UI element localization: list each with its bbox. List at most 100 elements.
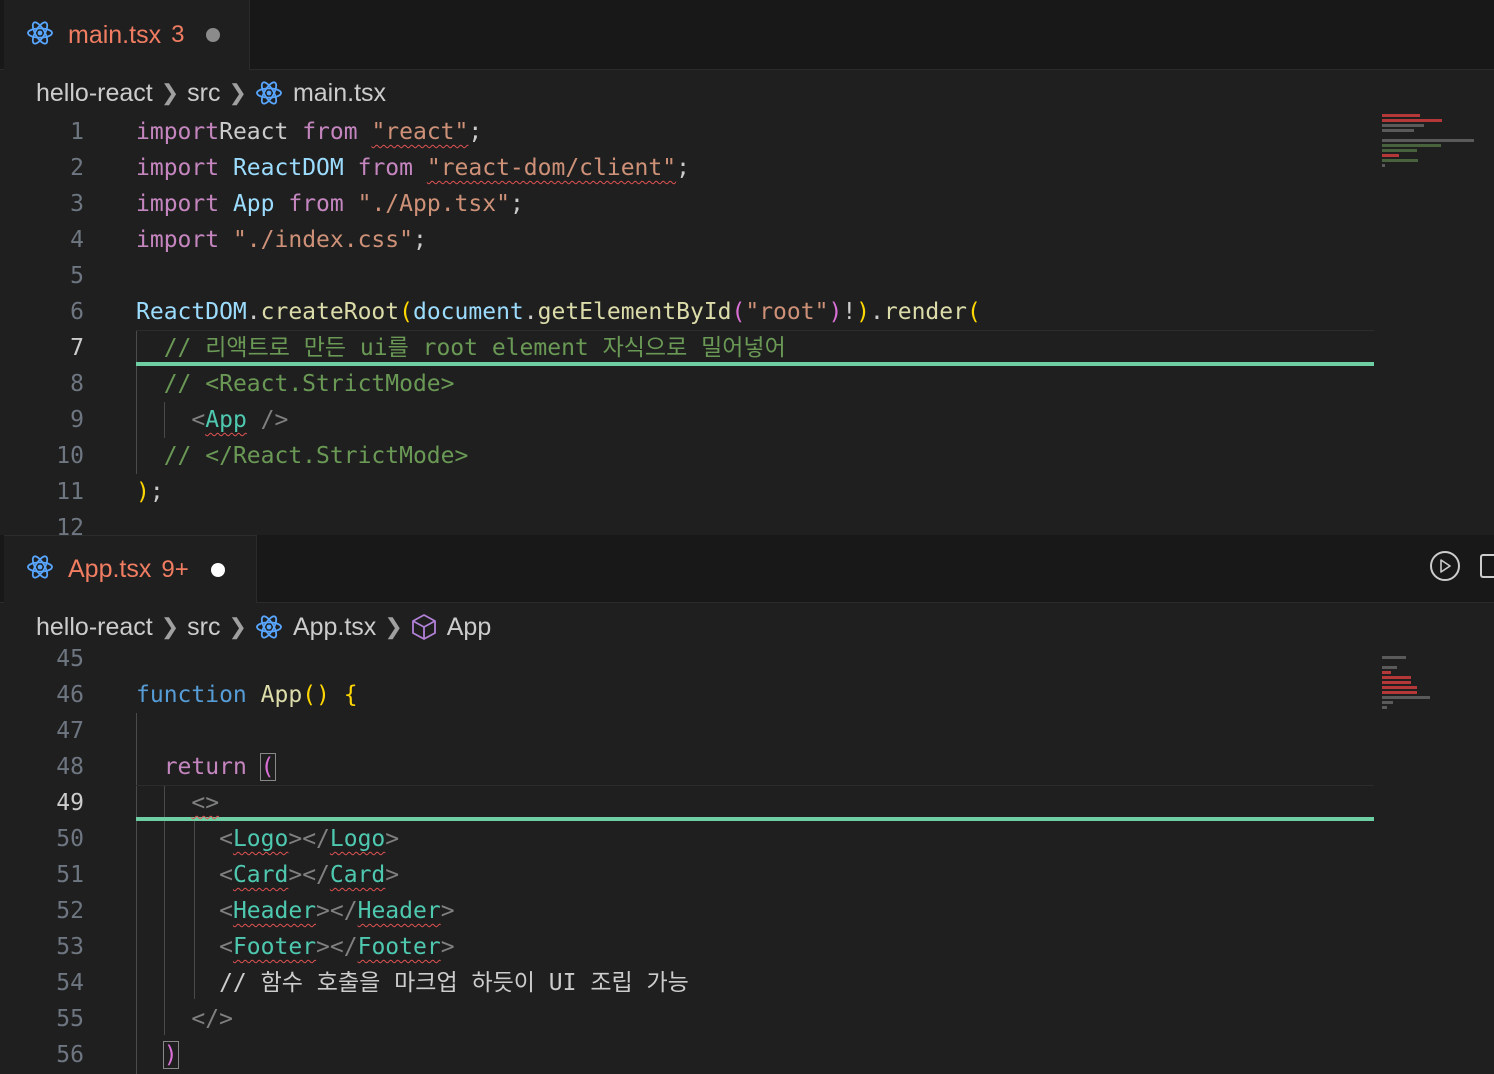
line-number[interactable]: 55 — [0, 1001, 84, 1037]
code-line[interactable]: 2 import ReactDOM from "react-dom/client"… — [0, 150, 1380, 186]
code-line[interactable]: 12 — [0, 510, 1380, 535]
breadcrumb-folder[interactable]: hello-react — [36, 613, 153, 642]
line-number[interactable]: 12 — [0, 510, 84, 535]
code-line[interactable]: 11); — [0, 474, 1380, 510]
code-token: "root" — [745, 299, 829, 325]
breadcrumb-file[interactable]: App.tsx — [293, 613, 376, 642]
run-icon[interactable] — [1430, 551, 1460, 581]
code-line[interactable]: 49 <> — [0, 785, 1380, 821]
line-number[interactable]: 5 — [0, 258, 84, 294]
code-line[interactable]: 53 <Footer></Footer> — [0, 929, 1380, 965]
react-icon — [255, 613, 283, 641]
code-line[interactable]: 54 // 함수 호출을 마크업 하듯이 UI 조립 가능 — [0, 965, 1380, 1001]
code-line[interactable]: 55 </> — [0, 1001, 1380, 1037]
line-number[interactable]: 54 — [0, 965, 84, 1001]
line-number[interactable]: 9 — [0, 402, 84, 438]
breadcrumb-symbol[interactable]: App — [447, 613, 491, 642]
unsaved-dot-icon[interactable] — [210, 562, 225, 577]
current-line-highlight — [136, 785, 1374, 821]
code-token: ( — [731, 299, 746, 325]
minimap-line — [1382, 696, 1430, 699]
code-line[interactable]: 47 — [0, 713, 1380, 749]
line-number[interactable]: 1 — [0, 114, 84, 150]
code-token: < — [219, 898, 233, 924]
code-line[interactable]: 52 <Header></Header> — [0, 893, 1380, 929]
minimap[interactable] — [1382, 114, 1494, 174]
line-number[interactable]: 56 — [0, 1037, 84, 1073]
code-text: ReactDOM.createRoot(document.getElementB… — [136, 294, 981, 330]
line-number[interactable]: 46 — [0, 677, 84, 713]
problem-count: 3 — [171, 21, 185, 48]
code-line[interactable]: 5 — [0, 258, 1380, 294]
line-number[interactable]: 51 — [0, 857, 84, 893]
breadcrumb: hello-react ❯ src ❯ main.tsx — [36, 73, 386, 113]
minimap-line — [1382, 114, 1420, 117]
breadcrumb-file[interactable]: main.tsx — [293, 79, 386, 108]
code-line[interactable]: 1 importReact from "react"; — [0, 114, 1380, 150]
line-number[interactable]: 7 — [0, 330, 84, 366]
line-number[interactable]: 48 — [0, 749, 84, 785]
code-token: > — [385, 826, 400, 852]
code-token: ; — [509, 191, 524, 217]
code-line[interactable]: 10 // </React.StrictMode> — [0, 438, 1380, 474]
unsaved-dot-icon[interactable] — [206, 28, 221, 42]
line-number[interactable]: 6 — [0, 294, 84, 330]
code-line[interactable]: 7 // 리액트로 만든 ui를 root element 자식으로 밀어넣어 — [0, 330, 1380, 366]
breadcrumb-folder[interactable]: hello-react — [36, 79, 153, 108]
code-token: ) — [162, 1041, 179, 1069]
line-number[interactable]: 3 — [0, 186, 84, 222]
code-text: return ( — [136, 749, 276, 785]
line-number[interactable]: 47 — [0, 713, 84, 749]
code-line[interactable]: 6 ReactDOM.createRoot(document.getElement… — [0, 294, 1380, 330]
line-number[interactable]: 2 — [0, 150, 84, 186]
code-text: // 함수 호출을 마크업 하듯이 UI 조립 가능 — [136, 965, 689, 1001]
code-line[interactable]: 48 return ( — [0, 749, 1380, 785]
code-line[interactable]: 51 <Card></Card> — [0, 857, 1380, 893]
code-token: Header — [357, 898, 441, 924]
line-number[interactable]: 4 — [0, 222, 84, 258]
code-token: "react-dom/client" — [426, 155, 677, 181]
line-number[interactable]: 53 — [0, 929, 84, 965]
code-token: > — [385, 862, 400, 888]
code-token: <> — [191, 790, 220, 816]
tab-main-tsx[interactable]: main.tsx 3 — [4, 0, 250, 70]
code-text: // </React.StrictMode> — [136, 438, 469, 474]
code-token: "./index.css" — [232, 227, 413, 253]
code-token: Header — [232, 898, 317, 924]
minimap-line — [1382, 144, 1441, 147]
line-number[interactable]: 11 — [0, 474, 84, 510]
code-line[interactable]: 50 <Logo></Logo> — [0, 821, 1380, 857]
split-editor-icon[interactable] — [1480, 554, 1494, 578]
breadcrumb-subfolder[interactable]: src — [187, 613, 220, 642]
code-token: from — [302, 119, 358, 145]
code-token: "./App.tsx" — [357, 191, 510, 217]
tab-app-tsx[interactable]: App.tsx 9+ — [4, 535, 257, 603]
code-line[interactable]: 4 import "./index.css"; — [0, 222, 1380, 258]
code-token: document — [412, 299, 524, 325]
code-token: import — [136, 227, 220, 253]
minimap[interactable] — [1382, 651, 1494, 711]
line-number[interactable]: 8 — [0, 366, 84, 402]
line-number[interactable]: 52 — [0, 893, 84, 929]
line-number[interactable]: 10 — [0, 438, 84, 474]
code-line[interactable]: 46 function App() { — [0, 677, 1380, 713]
code-line[interactable]: 3 import App from "./App.tsx"; — [0, 186, 1380, 222]
chevron-right-icon: ❯ — [384, 614, 403, 639]
code-text: import ReactDOM from "react-dom/client"; — [136, 150, 690, 186]
code-token: < — [219, 862, 233, 888]
line-number[interactable]: 50 — [0, 821, 84, 857]
code-line[interactable]: 9 <App /> — [0, 402, 1380, 438]
code-text: importReact from "react"; — [136, 114, 482, 150]
line-number[interactable]: 49 — [0, 785, 84, 821]
code-line[interactable]: 8 // <React.StrictMode> — [0, 366, 1380, 402]
code-token: function — [136, 682, 247, 708]
code-line[interactable]: 56 ) — [0, 1037, 1380, 1073]
breadcrumb-subfolder[interactable]: src — [187, 79, 220, 108]
